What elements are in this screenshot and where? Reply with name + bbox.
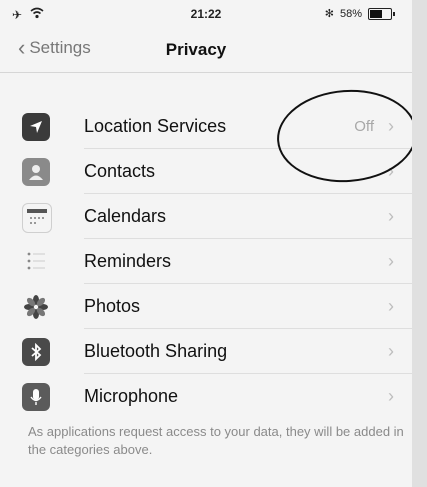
chevron-right-icon: › [388,251,394,271]
chevron-right-icon: › [388,386,394,406]
list-item-microphone[interactable]: Microphone › [0,374,412,419]
battery-icon [368,7,395,20]
list-item-label: Reminders [84,251,172,271]
bluetooth-icon [22,338,50,366]
list-item-bluetooth-sharing[interactable]: Bluetooth Sharing › [0,329,412,374]
reminders-icon [22,248,50,276]
phone-screen: ✈ 21:22 ✻ 58% ‹ Settings Privacy Locatio… [0,0,412,487]
list-item-label: Location Services [84,116,227,136]
bluetooth-status-icon: ✻ [324,8,334,20]
battery-percentage: 58% [339,7,362,20]
status-bar: ✈ 21:22 ✻ 58% [0,0,412,28]
privacy-footnote: As applications request access to your d… [28,424,404,457]
navigation-bar: ‹ Settings Privacy [0,28,412,73]
calendar-icon [22,203,52,233]
contacts-icon [22,158,50,186]
list-item-label: Microphone [84,386,179,406]
page-title: Privacy [165,40,227,59]
list-item-label: Contacts [84,161,156,181]
photos-flower-icon [22,293,50,321]
microphone-icon [22,383,50,411]
chevron-right-icon: › [388,341,394,361]
chevron-right-icon: › [388,296,394,316]
scan-margin [412,0,427,487]
chevron-right-icon: › [388,206,394,226]
location-arrow-icon [22,113,50,141]
list-item-label: Bluetooth Sharing [84,341,228,361]
list-item-reminders[interactable]: Reminders › [0,239,412,284]
list-item-label: Calendars [84,206,167,226]
list-item-label: Photos [84,296,141,316]
list-item-calendars[interactable]: Calendars › [0,194,412,239]
list-item-photos[interactable]: Photos › [0,284,412,329]
